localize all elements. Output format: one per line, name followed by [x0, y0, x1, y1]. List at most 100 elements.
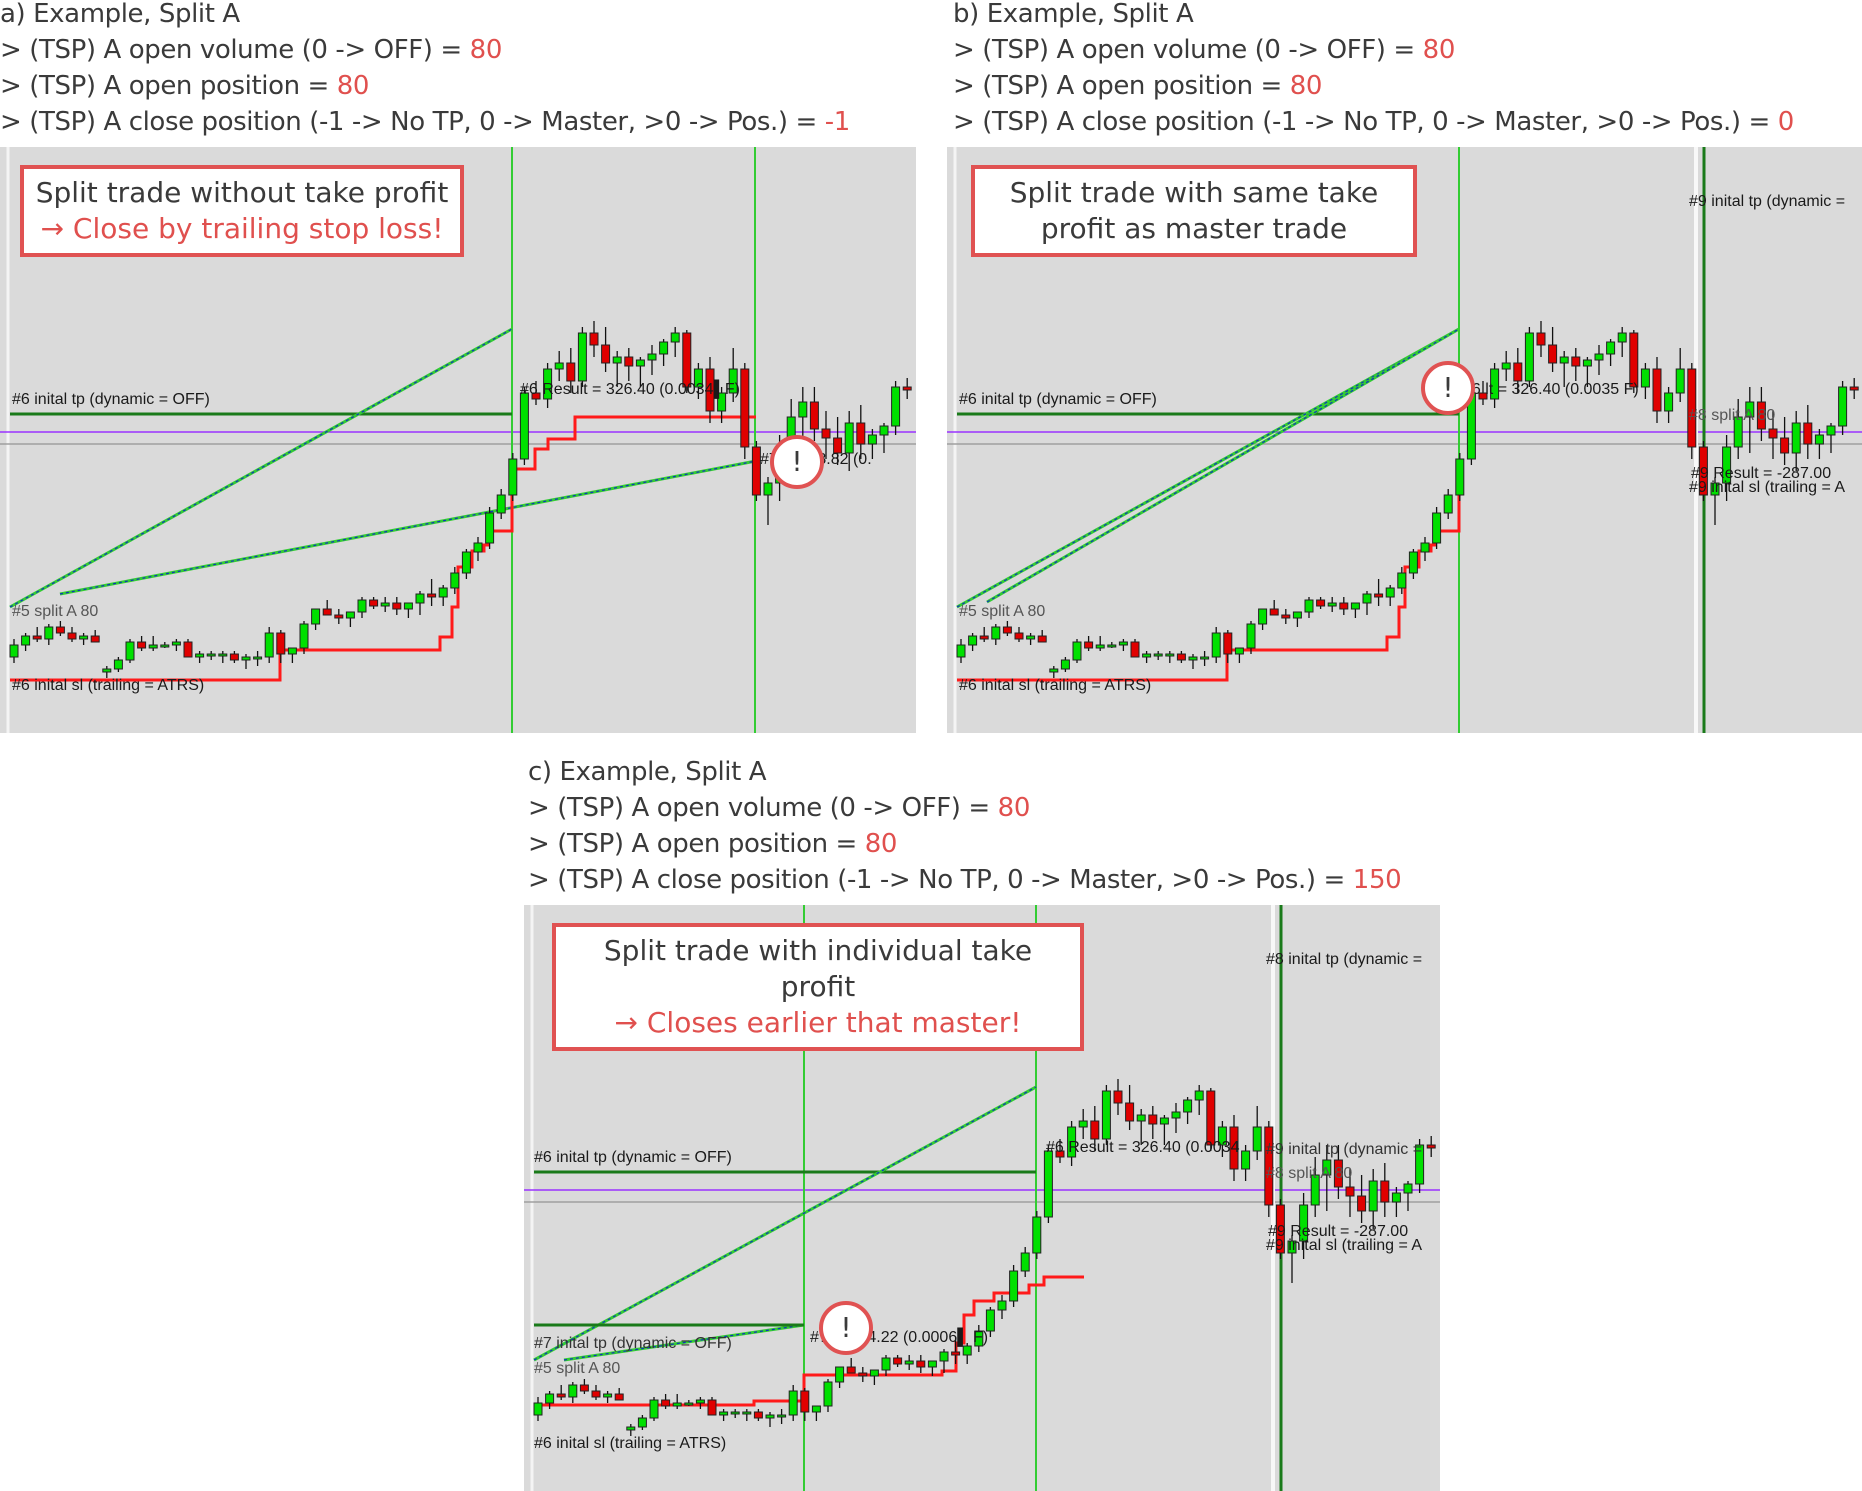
param-value: 80 — [469, 35, 503, 65]
candle-body — [902, 386, 912, 391]
candle-body — [1524, 332, 1534, 382]
param-value: 80 — [997, 793, 1031, 823]
split-label: #5 split A 80 — [959, 603, 1046, 620]
candle-body — [730, 1411, 740, 1415]
candle-body — [125, 641, 135, 661]
candle-body — [345, 611, 355, 619]
candle-body — [568, 1384, 578, 1398]
panel-b-param-close-position: > (TSP) A close position (-1 -> No TP, 0… — [953, 107, 1794, 137]
candle-body — [647, 353, 657, 361]
candle-body — [1803, 422, 1813, 445]
tp-label: #6 inital tp (dynamic = OFF) — [12, 391, 210, 408]
candle-body — [554, 362, 564, 370]
panel-c-param-close-position: > (TSP) A close position (-1 -> No TP, 0… — [528, 865, 1402, 895]
candle-body — [1258, 608, 1268, 625]
candle-body — [392, 602, 402, 610]
candle-body — [44, 626, 54, 640]
candle-body — [997, 1300, 1007, 1311]
candle-body — [9, 644, 19, 658]
candle-body — [1455, 458, 1465, 496]
candle-body — [821, 428, 831, 439]
candle-body — [939, 1351, 949, 1362]
candle-body — [682, 332, 692, 388]
candle-body — [1571, 356, 1581, 367]
candle-body — [809, 401, 819, 430]
candle-body — [1374, 593, 1384, 598]
candle-body — [241, 656, 251, 661]
candle-body — [1304, 599, 1314, 613]
candle-body — [485, 512, 495, 544]
candle-body — [624, 356, 634, 367]
trailing-stop-line — [10, 415, 756, 682]
tp3-label: #9 inital tp (dynamic = — [1266, 1141, 1423, 1158]
candle-body — [719, 1411, 729, 1416]
candle-body — [299, 623, 309, 649]
candle-body — [1043, 1150, 1053, 1218]
candle-body — [32, 635, 42, 640]
candle-body — [1188, 656, 1198, 661]
candle-body — [968, 635, 978, 646]
candle-body — [856, 422, 866, 445]
candle-body — [206, 653, 216, 657]
chart-panel-c[interactable]: Split trade with individual take profit … — [524, 905, 1440, 1491]
candle-body — [1026, 635, 1036, 640]
candle-body — [1136, 1114, 1146, 1122]
candle-body — [519, 392, 529, 460]
candle-body — [229, 653, 239, 661]
candle-body — [1113, 1090, 1123, 1104]
result-master-label: #6 lt = 326.40 (0.0035 F) — [1463, 381, 1639, 398]
candle-body — [765, 1414, 775, 1419]
sl2-label: #9 inital sl (trailing = A — [1266, 1237, 1423, 1254]
candle-body — [1368, 1180, 1378, 1212]
chart-panel-a[interactable]: Split trade without take profit → Close … — [0, 147, 916, 733]
candle-body — [380, 602, 390, 607]
candle-body — [427, 593, 437, 598]
candle-body — [1443, 494, 1453, 514]
candle-body — [1849, 386, 1859, 391]
candle-body — [461, 551, 471, 574]
candle-body — [979, 635, 989, 640]
candle-body — [1223, 632, 1233, 655]
candle-body — [740, 368, 750, 448]
tp-label: #6 inital tp (dynamic = OFF) — [959, 391, 1157, 408]
sl-label: #6 inital sl (trailing = ATRS) — [534, 1435, 727, 1452]
candle-body — [1559, 356, 1569, 364]
candle-body — [1513, 362, 1523, 382]
candle-body — [369, 599, 379, 607]
candle-body — [589, 332, 599, 346]
candle-body — [904, 1360, 914, 1365]
candle-body — [1060, 659, 1070, 670]
candle-body — [626, 1426, 636, 1431]
candle-body — [334, 614, 344, 619]
candle-body — [1095, 644, 1105, 649]
candle-body — [1362, 593, 1372, 604]
candle-body — [276, 632, 286, 655]
chart-panel-b[interactable]: Split trade with same take profit as mas… — [947, 147, 1862, 733]
candle-body — [148, 644, 158, 649]
candle-body — [1582, 359, 1592, 367]
candle-body — [1292, 611, 1302, 619]
candle-body — [496, 494, 506, 514]
param-value: 80 — [1422, 35, 1456, 65]
candle-body — [1385, 587, 1395, 598]
candle-body — [566, 362, 576, 382]
candle-body — [1252, 1126, 1262, 1152]
param-value: 80 — [864, 829, 898, 859]
candle-body — [1350, 602, 1360, 610]
candle-body — [1339, 602, 1349, 610]
candle-body — [1241, 1150, 1251, 1170]
candle-body — [102, 668, 112, 673]
candle-body — [670, 332, 680, 343]
split2-label: #8 split A 80 — [1689, 407, 1776, 424]
candle-body — [1130, 641, 1140, 658]
candle-body — [916, 1360, 926, 1368]
candle-body — [1206, 1090, 1216, 1146]
candle-body — [579, 1384, 589, 1392]
tp2-label: #9 inital tp (dynamic = — [1689, 193, 1846, 210]
candle-body — [867, 434, 877, 445]
param-value: 80 — [336, 71, 370, 101]
candle-body — [1148, 1114, 1158, 1125]
candle-body — [869, 1369, 879, 1377]
candle-body — [533, 1402, 543, 1416]
candle-body — [661, 1399, 671, 1407]
